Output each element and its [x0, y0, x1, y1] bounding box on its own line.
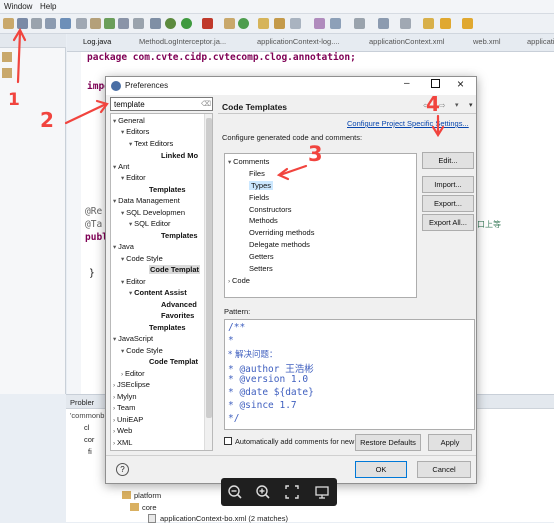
annotation-number-4: 4 — [426, 92, 440, 116]
annotation-number-1: 1 — [8, 90, 20, 110]
arrow-2-shaft — [64, 102, 108, 125]
annotation-number-2: 2 — [40, 108, 54, 132]
arrow-1-shaft — [16, 30, 22, 84]
annotation-number-3: 3 — [308, 142, 323, 166]
annotation-arrows — [12, 27, 445, 181]
